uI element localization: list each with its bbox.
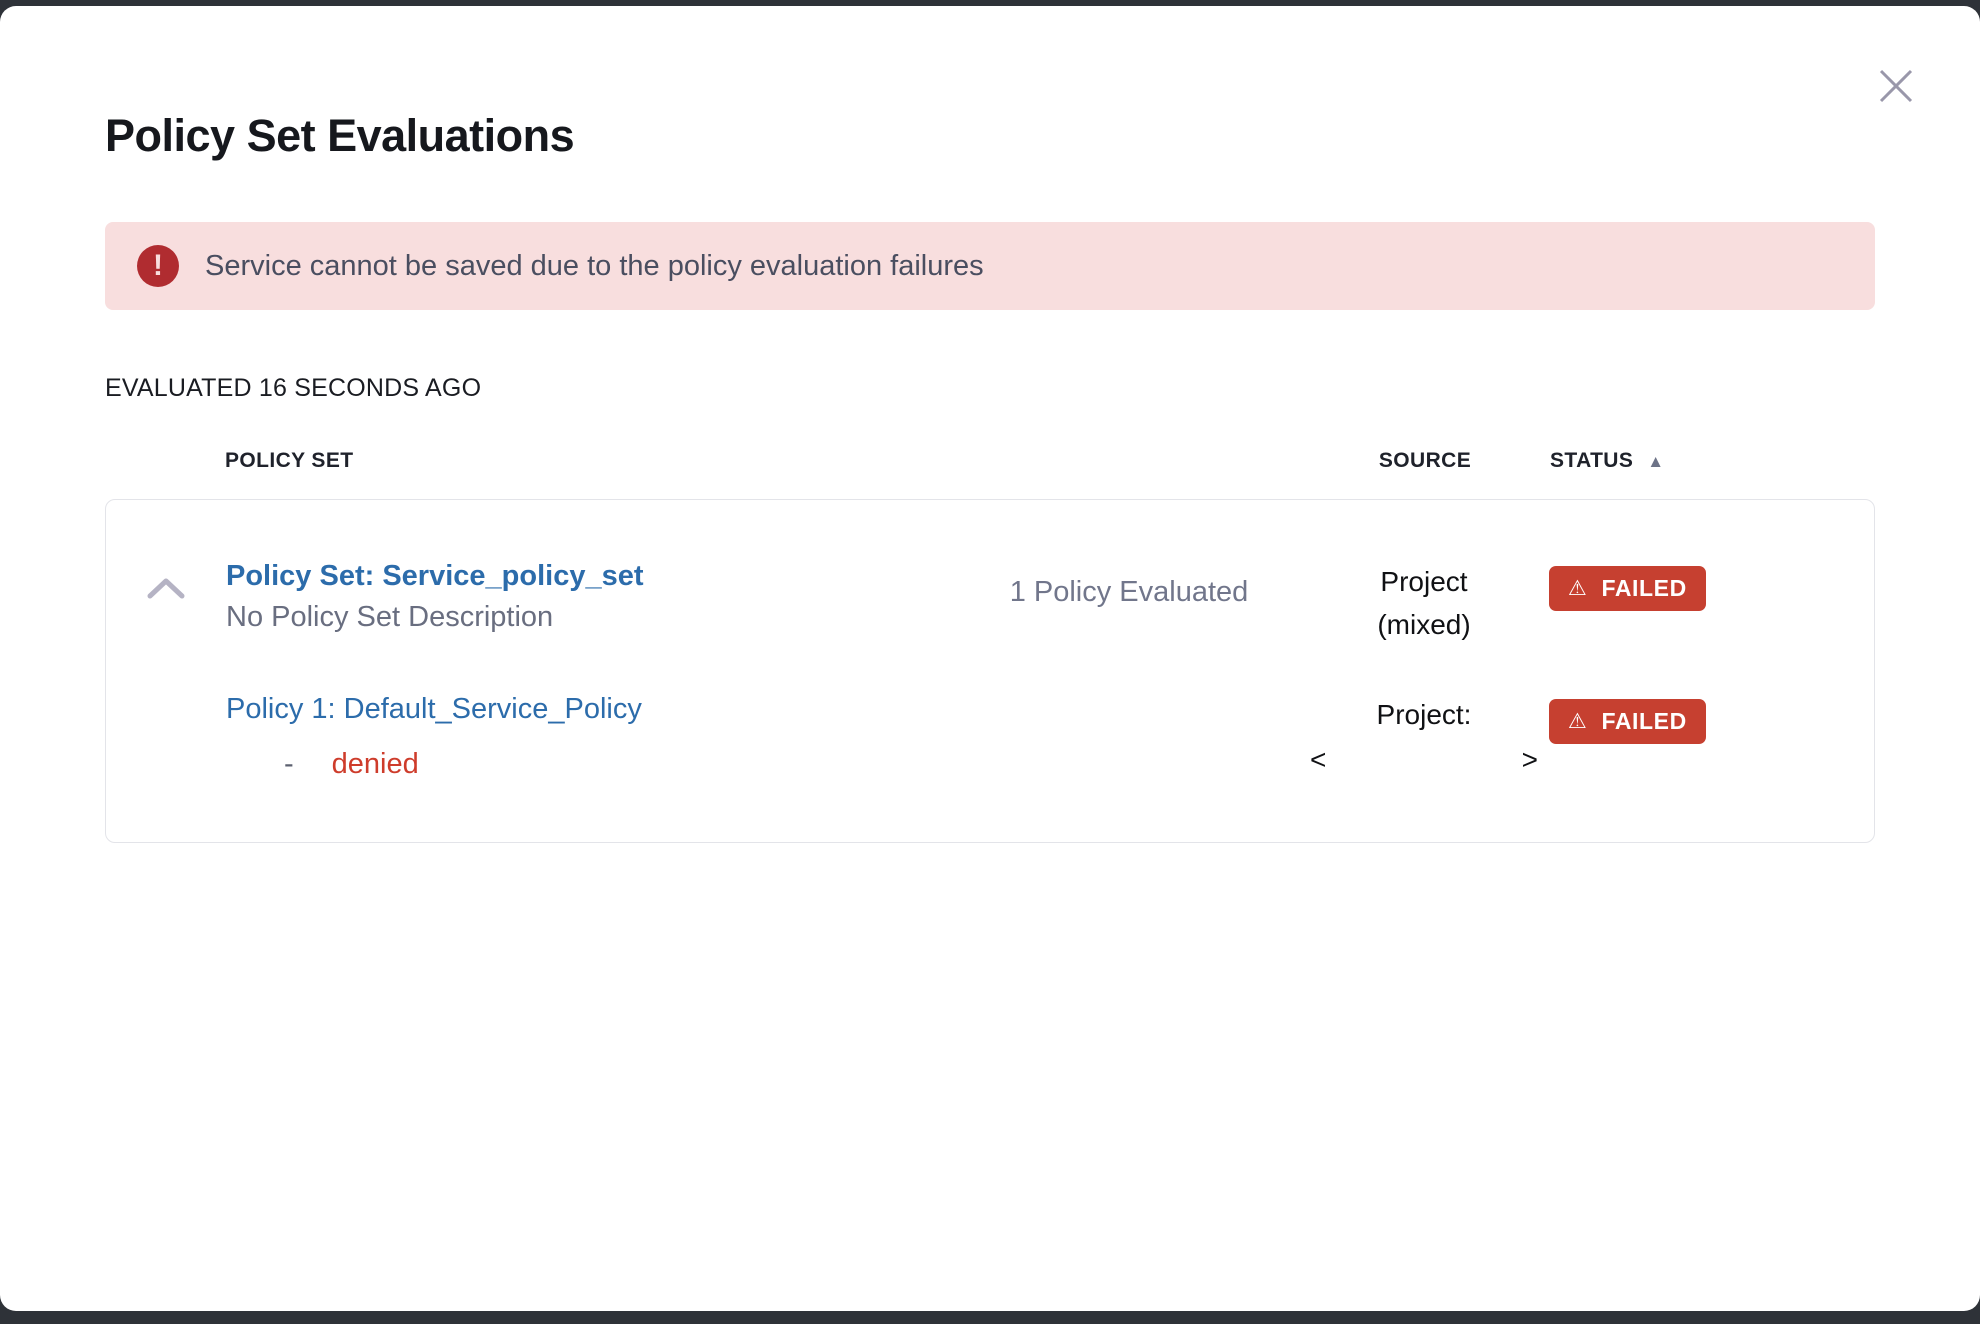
modal-content: Policy Set Evaluations ! Service cannot … (0, 110, 1980, 843)
warning-triangle-icon: ⚠ (1568, 711, 1587, 732)
status-badge: ⚠ FAILED (1549, 699, 1706, 744)
status-badge-label: FAILED (1601, 708, 1686, 735)
column-header-policy-set: POLICY SET (225, 449, 960, 473)
status-badge-label: FAILED (1601, 575, 1686, 602)
column-header-source: SOURCE (1300, 449, 1550, 473)
policy-set-cell: Policy Set: Service_policy_set No Policy… (226, 560, 959, 634)
table-row: Policy 1: Default_Service_Policy - denie… (106, 693, 1789, 782)
source-line: Project: (1299, 693, 1549, 736)
page-title: Policy Set Evaluations (105, 110, 1875, 162)
policy-link[interactable]: Policy 1: Default_Service_Policy (226, 693, 642, 725)
policy-set-card: Policy Set: Service_policy_set No Policy… (105, 499, 1875, 843)
source-cell: Project: < > (1299, 693, 1549, 782)
policy-set-evaluations-modal: Policy Set Evaluations ! Service cannot … (0, 6, 1980, 1311)
collapse-row-button[interactable] (144, 574, 188, 605)
close-button[interactable] (1872, 62, 1920, 110)
evaluated-timestamp: EVALUATED 16 SECONDS AGO (105, 374, 1875, 403)
status-cell: ⚠ FAILED (1549, 693, 1789, 744)
warning-triangle-icon: ⚠ (1568, 578, 1587, 599)
policy-set-description: No Policy Set Description (226, 601, 959, 634)
source-line: (mixed) (1299, 603, 1549, 646)
status-cell: ⚠ FAILED (1549, 560, 1789, 611)
table-row: Policy Set: Service_policy_set No Policy… (106, 560, 1789, 647)
detail-dash: - (284, 748, 294, 781)
source-line: Project (1299, 560, 1549, 603)
source-cell: Project (mixed) (1299, 560, 1549, 647)
policy-detail: - denied (226, 748, 959, 781)
source-redacted-line: < > (1310, 738, 1538, 781)
column-header-status[interactable]: STATUS ▲ (1550, 449, 1790, 473)
chevron-cell (106, 560, 226, 605)
policy-cell: Policy 1: Default_Service_Policy - denie… (226, 693, 959, 781)
angle-open: < (1310, 738, 1326, 781)
error-message: Service cannot be saved due to the polic… (205, 250, 984, 283)
error-banner: ! Service cannot be saved due to the pol… (105, 222, 1875, 310)
status-badge: ⚠ FAILED (1549, 566, 1706, 611)
table-header-row: POLICY SET SOURCE STATUS ▲ (105, 449, 1875, 473)
chevron-up-icon (144, 590, 188, 605)
sort-ascending-icon: ▲ (1647, 453, 1664, 470)
policies-evaluated-count: 1 Policy Evaluated (959, 560, 1299, 609)
policy-set-link[interactable]: Policy Set: Service_policy_set (226, 560, 644, 592)
policy-denied-status: denied (332, 748, 419, 781)
error-icon: ! (137, 245, 179, 287)
angle-close: > (1522, 738, 1538, 781)
status-header-label: STATUS (1550, 449, 1633, 473)
close-icon (1875, 65, 1917, 107)
